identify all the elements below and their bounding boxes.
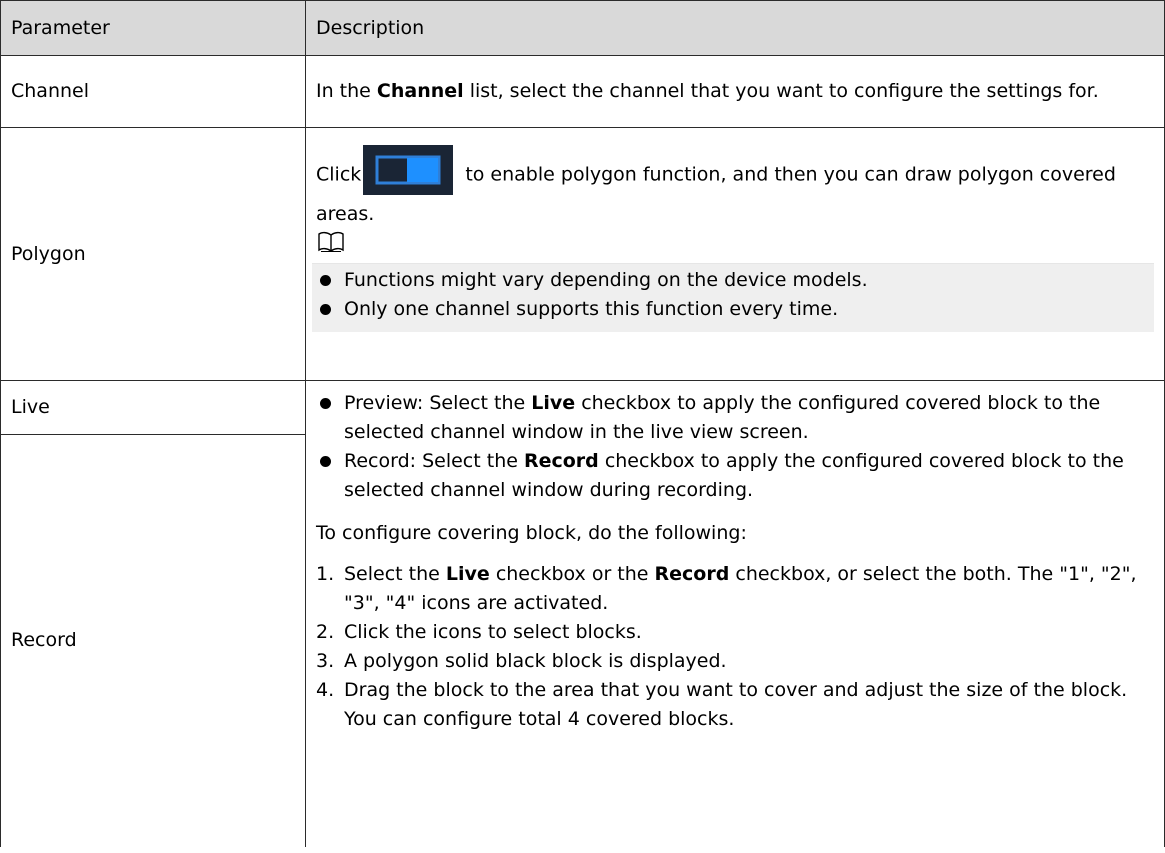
step-item: 1. Select the Live checkbox or the Record… [316,560,1154,618]
step-text: Drag the block to the area that you want… [344,679,1128,730]
note-box: Functions might vary depending on the de… [312,263,1154,332]
step-item: 3. A polygon solid black block is display… [316,647,1154,676]
param-channel: Channel [0,55,306,128]
step-number: 1. [316,563,335,585]
channel-desc-suffix: list, select the channel that you want t… [463,80,1099,102]
param-live: Live [0,380,306,435]
param-polygon: Polygon [0,127,306,381]
polygon-click-text: Click [316,163,362,186]
desc-live-record: Preview: Select the Live checkbox to app… [305,380,1165,847]
steps-intro: To configure covering block, do the foll… [316,522,747,544]
bullet-record-bold: Record [523,450,599,472]
header-description: Description [305,0,1165,56]
toggle-switch-icon [363,145,454,195]
bullet-record-prefix: Record: Select the [344,450,524,472]
step-text: Select the [344,563,446,585]
bullet-record: Record: Select the Record checkbox to ap… [316,447,1154,505]
step-text: Click the icons to select blocks. [344,621,642,643]
step-number: 2. [316,621,335,643]
parameter-table: Parameter Description Channel In the Cha… [0,0,1165,847]
bullet-preview-prefix: Preview: Select the [344,392,532,414]
bullet-preview: Preview: Select the Live checkbox to app… [316,389,1154,447]
table-row-live: Live Preview: Select the Live checkbox t… [0,380,1165,847]
bullet-preview-bold: Live [531,392,576,414]
book-note-icon [318,231,344,253]
header-parameter: Parameter [0,0,306,56]
step-number: 4. [316,679,335,701]
steps-list: 1. Select the Live checkbox or the Record… [316,560,1154,734]
step-text: A polygon solid black block is displayed… [344,650,727,672]
channel-desc-prefix: In the [316,80,377,102]
table-row-channel: Channel In the Channel list, select the … [0,55,1165,128]
table-row-polygon: Polygon Click to enable polygon function… [0,127,1165,381]
step-bold: Live [445,563,490,585]
step-bold: Record [654,563,730,585]
live-record-bullets: Preview: Select the Live checkbox to app… [316,389,1154,505]
step-text: checkbox or the [489,563,655,585]
desc-polygon: Click to enable polygon function, and th… [305,127,1165,381]
param-record: Record [0,434,306,847]
step-number: 3. [316,650,335,672]
desc-channel: In the Channel list, select the channel … [305,55,1165,128]
step-item: 2. Click the icons to select blocks. [316,618,1154,647]
table-header-row: Parameter Description [0,0,1165,56]
step-item: 4. Drag the block to the area that you wa… [316,676,1154,734]
note-item: Only one channel supports this function … [316,295,1146,324]
note-list: Functions might vary depending on the de… [316,266,1146,324]
channel-desc-bold: Channel [376,80,464,102]
note-item: Functions might vary depending on the de… [316,266,1146,295]
